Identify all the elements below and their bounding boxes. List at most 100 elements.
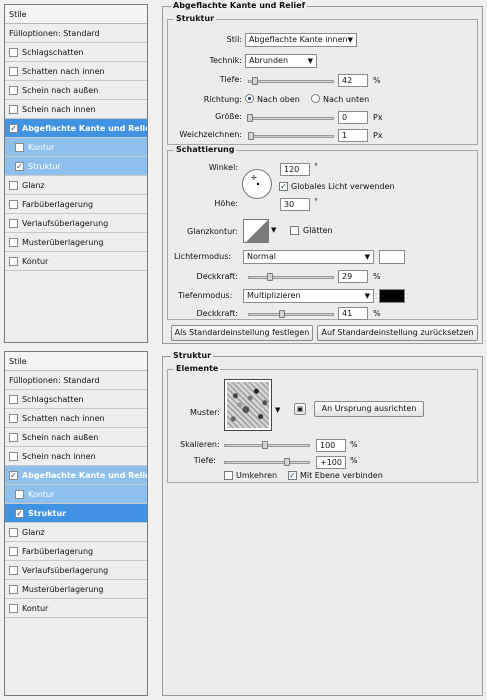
style-item-stroke[interactable]: Kontur [5,599,147,618]
anti-alias-checkbox[interactable] [290,226,299,235]
highlight-mode-select[interactable]: Normal ▼ [243,250,374,264]
shadow-mode-select[interactable]: Multiplizieren ▼ [243,289,374,303]
checkbox[interactable] [9,66,18,76]
depth-input[interactable]: 42 [338,74,368,87]
style-item-outer-glow[interactable]: Schein nach außen [5,428,147,447]
checkbox[interactable] [9,565,18,575]
style-item-drop-shadow[interactable]: Schlagschatten [5,43,147,62]
style-item-bevel-emboss[interactable]: ✓ Abgeflachte Kante und Relief [5,466,147,485]
style-item-color-overlay[interactable]: Farbüberlagerung [5,542,147,561]
checkbox[interactable] [9,546,18,556]
checkbox[interactable] [9,451,18,461]
direction-up-radio[interactable] [245,94,254,103]
scale-slider-thumb[interactable] [262,441,268,449]
style-item-satin[interactable]: Glanz [5,176,147,195]
technique-label: Technik: [209,56,242,65]
scale-unit: % [350,440,358,449]
highlight-opacity-label: Deckkraft: [196,272,238,281]
checkbox[interactable] [9,603,18,613]
pattern-preview[interactable] [224,379,272,431]
style-item-pattern-overlay[interactable]: Musterüberlagerung [5,580,147,599]
style-item-contour-sub[interactable]: Kontur [5,138,147,157]
depth-unit: % [373,76,381,85]
highlight-color-swatch[interactable] [379,250,405,264]
checkbox[interactable] [9,394,18,404]
checkbox[interactable] [9,432,18,442]
technique-select[interactable]: Abrunden ▼ [245,54,317,68]
style-item-bevel-emboss[interactable]: ✓ Abgeflachte Kante und Relief [5,119,147,138]
style-item-inner-glow[interactable]: Schein nach innen [5,100,147,119]
gloss-contour-preview[interactable] [243,219,269,243]
checkbox-checked[interactable]: ✓ [9,470,18,480]
checkbox[interactable] [9,237,18,247]
checkbox[interactable] [9,47,18,57]
checkbox[interactable] [9,199,18,209]
checkbox[interactable] [9,256,18,266]
altitude-input[interactable]: 30 [280,198,310,211]
style-item-color-overlay[interactable]: Farbüberlagerung [5,195,147,214]
checkbox[interactable] [9,527,18,537]
style-item-contour-sub[interactable]: Kontur [5,485,147,504]
depth-slider[interactable] [248,80,334,83]
link-layer-checkbox[interactable]: ✓ [288,471,297,480]
snap-to-origin-button[interactable]: An Ursprung ausrichten [314,401,424,417]
depth-slider[interactable] [224,461,310,464]
style-item-texture-sub[interactable]: ✓ Struktur [5,157,147,176]
checkbox[interactable] [15,142,24,152]
direction-down-radio[interactable] [311,94,320,103]
soften-input[interactable]: 1 [338,129,368,142]
checkbox[interactable] [9,584,18,594]
shadow-opacity-thumb[interactable] [279,310,285,318]
highlight-opacity-slider[interactable] [248,276,334,279]
scale-input[interactable]: 100 [316,439,346,452]
reset-default-button[interactable]: Auf Standardeinstellung zurücksetzen [317,325,478,341]
style-item-outer-glow[interactable]: Schein nach außen [5,81,147,100]
gloss-contour-arrow-icon[interactable]: ▼ [271,226,276,234]
style-item-pattern-overlay[interactable]: Musterüberlagerung [5,233,147,252]
invert-checkbox[interactable] [224,471,233,480]
style-item-drop-shadow[interactable]: Schlagschatten [5,390,147,409]
style-item-satin[interactable]: Glanz [5,523,147,542]
highlight-opacity-thumb[interactable] [267,273,273,281]
soften-slider-thumb[interactable] [248,132,254,140]
checkbox[interactable] [9,104,18,114]
style-item-texture-sub[interactable]: ✓ Struktur [5,504,147,523]
depth-slider-thumb[interactable] [284,458,290,466]
style-item-inner-shadow[interactable]: Schatten nach innen [5,62,147,81]
blending-options-item[interactable]: Fülloptionen: Standard [5,24,147,43]
depth-label: Tiefe: [219,75,242,84]
angle-input[interactable]: 120 [280,163,310,176]
style-item-stroke[interactable]: Kontur [5,252,147,271]
style-select[interactable]: Abgeflachte Kante innen ▼ [245,33,357,47]
pattern-dropdown-icon[interactable]: ▼ [275,406,280,414]
shadow-opacity-label: Deckkraft: [196,309,238,318]
checkbox[interactable] [9,180,18,190]
make-default-button[interactable]: Als Standardeinstellung festlegen [171,325,313,341]
checkbox[interactable] [9,85,18,95]
checkbox-checked[interactable]: ✓ [9,123,18,133]
checkbox[interactable] [9,218,18,228]
soften-slider[interactable] [248,135,334,138]
size-input[interactable]: 0 [338,111,368,124]
shadow-opacity-slider[interactable] [248,313,334,316]
style-item-gradient-overlay[interactable]: Verlaufsüberlagerung [5,214,147,233]
style-item-inner-shadow[interactable]: Schatten nach innen [5,409,147,428]
global-light-checkbox[interactable]: ✓ [279,182,288,191]
size-slider-thumb[interactable] [247,114,253,122]
style-item-inner-glow[interactable]: Schein nach innen [5,447,147,466]
shadow-opacity-input[interactable]: 41 [338,307,368,320]
depth-slider-thumb[interactable] [252,77,258,85]
blending-options-item[interactable]: Fülloptionen: Standard [5,371,147,390]
texture-title: Struktur [171,351,214,360]
size-slider[interactable] [248,117,334,120]
angle-dial[interactable]: ✛ [242,169,272,199]
checkbox[interactable] [15,489,24,499]
shadow-color-swatch[interactable] [379,289,405,303]
style-item-gradient-overlay[interactable]: Verlaufsüberlagerung [5,561,147,580]
checkbox-checked[interactable]: ✓ [15,508,24,518]
checkbox-checked[interactable]: ✓ [15,161,24,171]
highlight-opacity-input[interactable]: 29 [338,270,368,283]
depth-input[interactable]: +100 [316,456,346,469]
new-preset-button[interactable]: ▣ [294,403,306,415]
checkbox[interactable] [9,413,18,423]
